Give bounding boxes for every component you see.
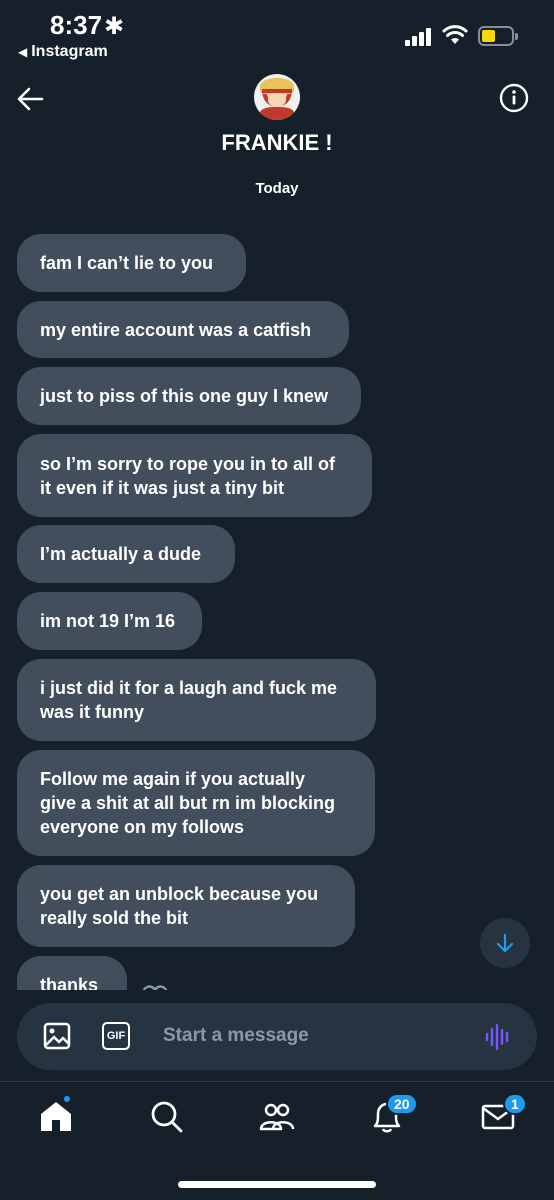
- status-time: 8:37✱: [50, 10, 125, 40]
- people-icon[interactable]: [257, 1096, 297, 1136]
- back-to-app-link[interactable]: ◀ Instagram: [18, 43, 108, 61]
- image-icon[interactable]: [43, 1022, 71, 1050]
- gif-button[interactable]: GIF: [102, 1022, 130, 1050]
- battery-icon: [478, 26, 518, 46]
- status-bar: 8:37✱ ◀ Instagram: [0, 0, 554, 70]
- message-bubble[interactable]: im not 19 I’m 16: [17, 592, 202, 650]
- message-bubble[interactable]: so I’m sorry to rope you in to all of it…: [17, 434, 372, 517]
- message-bubble[interactable]: Follow me again if you actually give a s…: [17, 750, 375, 856]
- search-icon[interactable]: [146, 1096, 186, 1136]
- cellular-signal-icon: [405, 28, 435, 46]
- message-bubble[interactable]: i just did it for a laugh and fuck me wa…: [17, 659, 376, 741]
- contact-name[interactable]: FRANKIE !: [0, 130, 554, 156]
- arrow-left-icon[interactable]: [15, 84, 45, 114]
- tab-bar-divider: [0, 1081, 554, 1082]
- voice-waveform-icon[interactable]: [484, 1023, 512, 1051]
- info-circle-icon[interactable]: [498, 82, 530, 114]
- home-indicator: [178, 1181, 376, 1188]
- arrow-down-icon: [496, 933, 514, 953]
- scroll-to-bottom-button[interactable]: [480, 918, 530, 968]
- notifications-badge: 20: [386, 1093, 418, 1115]
- message-bubble[interactable]: I’m actually a dude: [17, 525, 235, 583]
- message-bubble[interactable]: you get an unblock because you really so…: [17, 865, 355, 947]
- wifi-icon: [442, 25, 468, 44]
- message-input[interactable]: [163, 1022, 463, 1050]
- messages-badge: 1: [503, 1093, 527, 1115]
- home-notification-dot: [62, 1094, 72, 1104]
- date-separator: Today: [255, 180, 299, 197]
- message-bubble[interactable]: just to piss of this one guy I knew: [17, 367, 361, 425]
- contact-avatar[interactable]: [254, 74, 300, 120]
- message-bubble[interactable]: my entire account was a catfish: [17, 301, 349, 358]
- message-bubble[interactable]: fam I can’t lie to you: [17, 234, 246, 292]
